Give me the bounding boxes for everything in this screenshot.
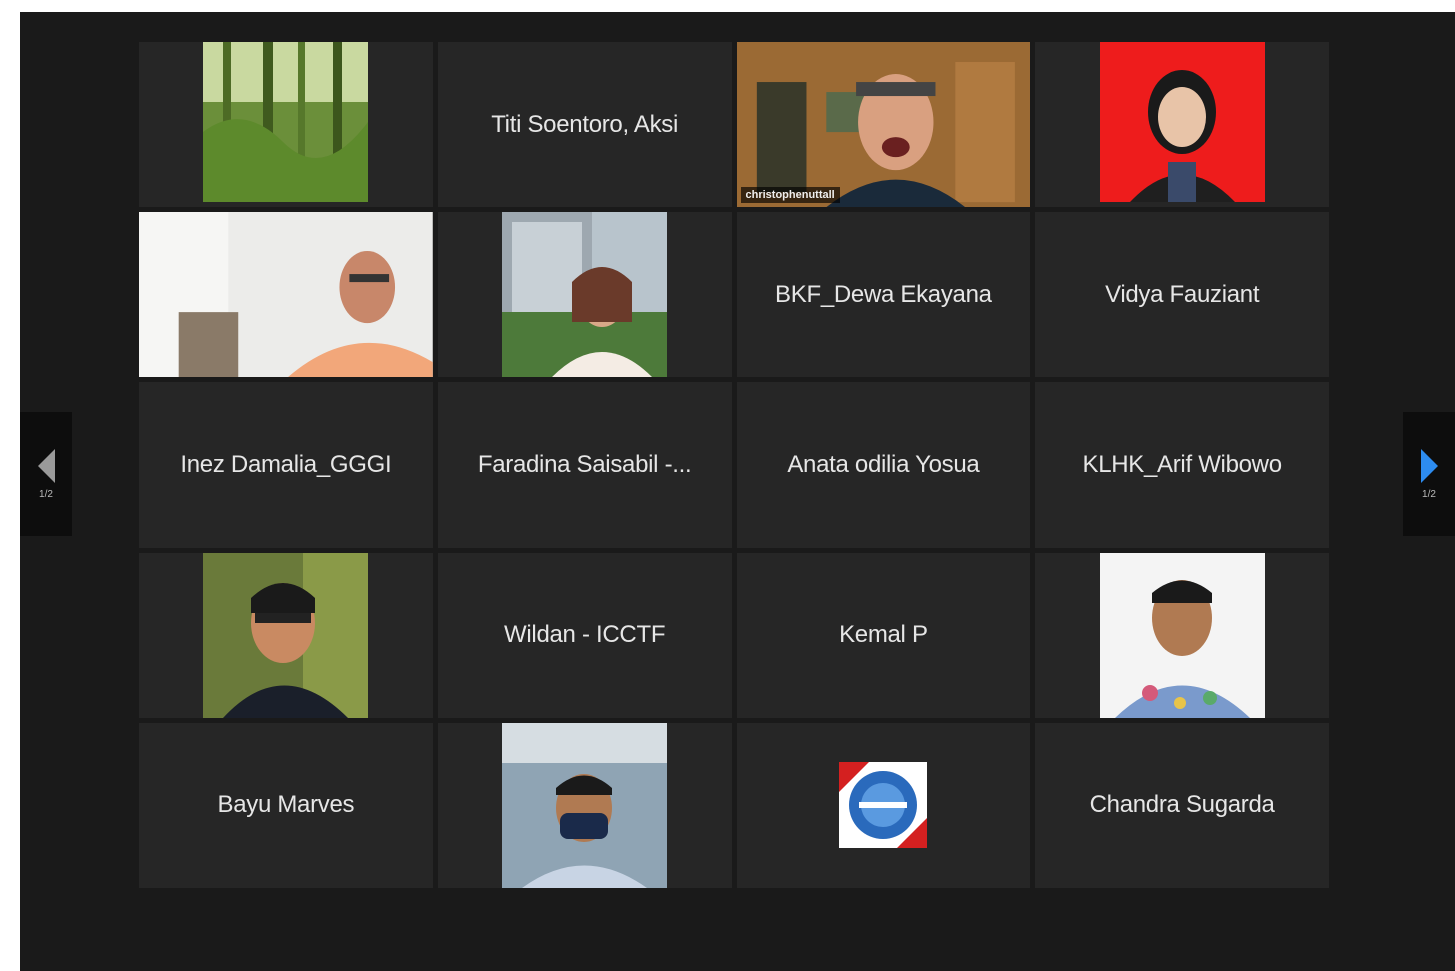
participant-tile[interactable]: Kemal P [736, 552, 1031, 718]
speaker-name-chip: christophenuttall [740, 187, 840, 204]
participant-tile[interactable] [1035, 42, 1329, 208]
participant-name: Anata odilia Yosua [787, 450, 980, 478]
participant-tile[interactable]: Vidya Fauziant [1035, 212, 1329, 378]
participant-name: Chandra Sugarda [1089, 791, 1275, 819]
participant-name: Vidya Fauziant [1105, 280, 1260, 308]
arrow-left-icon [37, 448, 55, 483]
participant-tile[interactable] [437, 212, 732, 378]
participant-name: BKF_Dewa Ekayana [775, 280, 992, 308]
participant-video: christophenuttall [736, 42, 1031, 208]
participant-tile[interactable]: Inez Damalia_GGGI [139, 382, 433, 548]
participant-video [139, 212, 433, 378]
participant-video [203, 552, 369, 718]
participant-tile[interactable] [139, 552, 433, 718]
participant-tile[interactable]: Chandra Sugarda [1035, 722, 1329, 888]
participant-tile[interactable]: Anata odilia Yosua [736, 382, 1031, 548]
participant-tile[interactable]: Bayu Marves [139, 722, 433, 888]
participant-tile[interactable] [437, 722, 732, 888]
participant-video [502, 212, 668, 378]
participant-name: KLHK_Arif Wibowo [1082, 450, 1282, 478]
zoom-meeting-window: 1/2 Titi Soentoro, Aksi christophenuttal… [20, 12, 1455, 971]
gallery-grid: Titi Soentoro, Aksi christophenuttall BK… [139, 42, 1329, 888]
arrow-right-icon [1420, 448, 1438, 483]
participant-name: Wildan - ICCTF [504, 621, 666, 649]
participant-tile[interactable]: Wildan - ICCTF [437, 552, 732, 718]
participant-name: Kemal P [839, 621, 928, 649]
previous-page-button[interactable]: 1/2 [20, 412, 72, 536]
active-speaker-tile[interactable]: christophenuttall [736, 42, 1031, 208]
participant-name: Bayu Marves [217, 791, 355, 819]
participant-tile[interactable] [139, 212, 433, 378]
participant-tile[interactable] [139, 42, 433, 208]
participant-tile[interactable] [736, 722, 1031, 888]
participant-video [1099, 552, 1265, 718]
participant-name: Faradina Saisabil -... [477, 450, 692, 478]
participant-tile[interactable]: BKF_Dewa Ekayana [736, 212, 1031, 378]
participant-tile[interactable]: Faradina Saisabil -... [437, 382, 732, 548]
participant-name: Titi Soentoro, Aksi [491, 110, 679, 138]
participant-video [203, 42, 369, 207]
participant-video [502, 722, 668, 888]
next-page-button[interactable]: 1/2 [1403, 412, 1455, 536]
organization-logo [839, 762, 928, 849]
participant-video [1099, 42, 1265, 207]
participant-tile[interactable] [1035, 552, 1329, 718]
previous-page-label: 1/2 [39, 488, 53, 500]
participant-tile[interactable]: Titi Soentoro, Aksi [437, 42, 732, 208]
next-page-label: 1/2 [1422, 488, 1436, 500]
participant-tile[interactable]: KLHK_Arif Wibowo [1035, 382, 1329, 548]
participant-name: Inez Damalia_GGGI [180, 450, 392, 478]
